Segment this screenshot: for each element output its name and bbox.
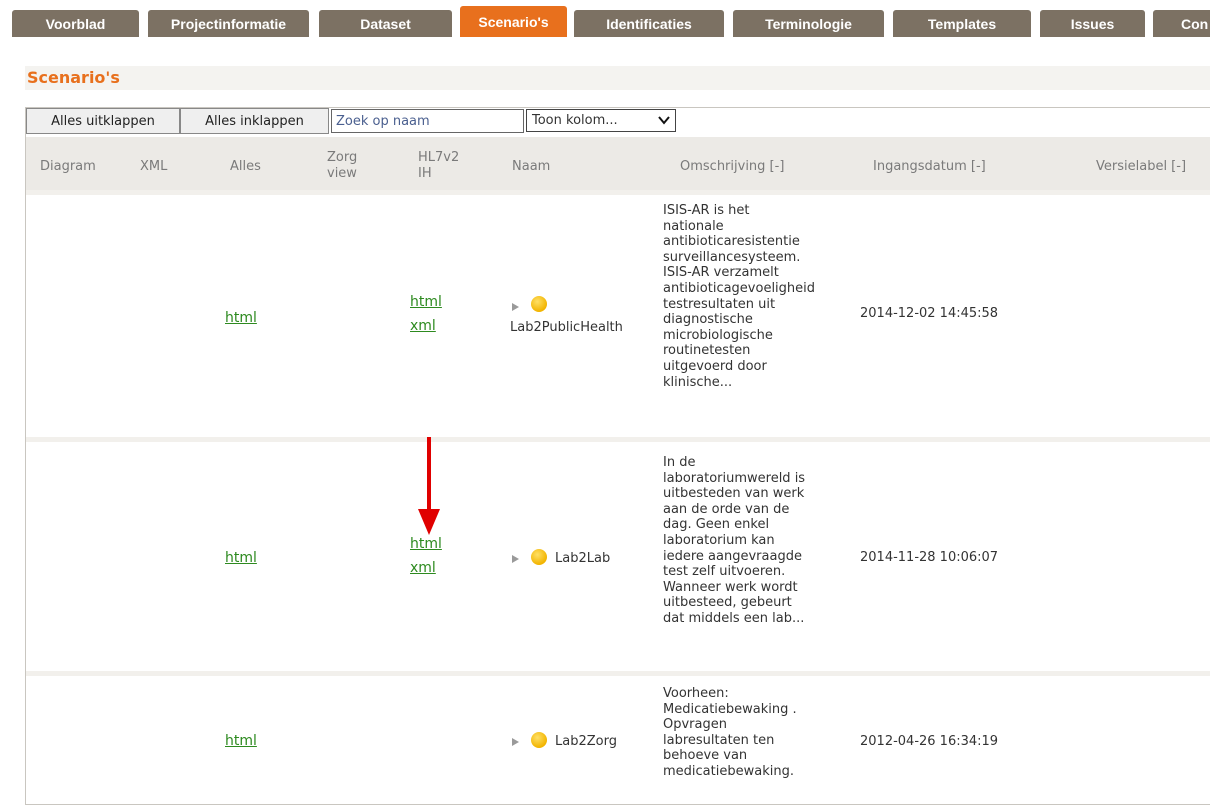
row-separator [26,437,1210,442]
col-header-alles[interactable]: Alles [230,159,261,175]
description-line: Opvragen [663,717,727,733]
col-header-zorg-view-line1: Zorg [327,150,358,165]
scenario-name[interactable]: Lab2Zorg [555,734,617,750]
description-line: uitbesteden van werk [663,486,805,502]
section-title-bar [25,66,1210,90]
description-line: antibioticagevoeligheid [663,280,816,296]
description-line: testresultaten uit [663,296,776,312]
description-line: aan de orde van de [663,501,790,517]
expand-triangle-icon[interactable] [512,738,519,746]
description-line: uitbesteed, gebeurt [663,595,792,611]
description-line: behoeve van [663,748,748,764]
hl7-html-link[interactable]: html [410,294,442,310]
description-line: ISIS-AR verzamelt [663,265,779,281]
scenario-name[interactable]: Lab2PublicHealth [510,320,623,336]
description-line: dag. Geen enkel [663,517,770,533]
description-line: diagnostische [663,312,753,328]
scenario-table [25,107,1210,805]
description-line: test zelf uitvoeren. [663,564,786,580]
tab-terminologie[interactable]: Terminologie [733,10,884,37]
tab-voorblad[interactable]: Voorblad [12,10,139,37]
search-input[interactable] [331,109,524,133]
col-header-zorg-view[interactable]: Zorg view [327,150,357,182]
col-header-hl7v2-ih[interactable]: HL7v2 IH [418,150,459,182]
row-separator [26,190,1210,195]
description-line: nationale [663,218,724,234]
description-line: In de [663,455,696,470]
col-header-omschrijving[interactable]: Omschrijving [-] [680,159,784,175]
description-line: Wanneer werk wordt [663,579,798,595]
row-separator [26,671,1210,676]
col-header-hl7v2-ih-line1: HL7v2 [418,150,460,165]
description-line: Voorheen: [663,686,729,701]
status-dot-icon [531,732,547,748]
hl7-xml-link[interactable]: xml [410,560,436,576]
collapse-all-button[interactable]: Alles inklappen [180,108,329,134]
tab-con[interactable]: Con [1153,10,1210,37]
scenario-description: Voorheen: Medicatiebewaking . Opvragen l… [663,686,797,780]
description-line: klinische... [663,374,733,390]
tab-dataset[interactable]: Dataset [319,10,452,37]
description-line: ISIS-AR is het [663,203,750,218]
alles-html-link[interactable]: html [225,310,257,326]
column-select-value: Toon kolom... [532,113,618,128]
description-line: laboratoriumwereld is [663,470,806,486]
tab-scenarios[interactable]: Scenario's [460,6,567,37]
expand-triangle-icon[interactable] [512,555,519,563]
description-line: routinetesten [663,343,751,359]
col-header-hl7v2-ih-line2: IH [418,166,432,181]
expand-triangle-icon[interactable] [512,303,519,311]
expand-all-button[interactable]: Alles uitklappen [26,108,180,134]
hl7-xml-link[interactable]: xml [410,318,436,334]
alles-html-link[interactable]: html [225,550,257,566]
start-date: 2014-11-28 10:06:07 [860,550,999,565]
col-header-naam[interactable]: Naam [512,159,550,175]
alles-html-link[interactable]: html [225,733,257,749]
hl7-html-link[interactable]: html [410,536,442,552]
chevron-down-icon [658,116,670,125]
scenario-description: In de laboratoriumwereld is uitbesteden … [663,455,805,627]
start-date: 2014-12-02 14:45:58 [860,306,999,321]
tab-projectinformatie[interactable]: Projectinformatie [148,10,309,37]
page-title: Scenario's [27,68,120,87]
tab-underline [0,37,1210,46]
description-line: dat middels een lab... [663,610,805,626]
description-line: laboratorium kan [663,532,775,548]
description-line: surveillancesysteem. [663,249,801,265]
tab-templates[interactable]: Templates [893,10,1031,37]
tab-bar: Voorblad Projectinformatie Dataset Scena… [0,0,1210,46]
status-dot-icon [531,549,547,565]
red-arrow-icon [418,437,440,535]
description-line: iedere aangevraagde [663,548,802,564]
col-header-zorg-view-line2: view [327,166,357,181]
col-header-xml[interactable]: XML [140,159,167,175]
scenario-description: ISIS-AR is het nationale antibioticaresi… [663,203,815,390]
start-date: 2012-04-26 16:34:19 [860,734,999,749]
status-dot-icon [531,296,547,312]
tab-issues[interactable]: Issues [1040,10,1145,37]
col-header-versielabel[interactable]: Versielabel [-] [1096,159,1186,175]
description-line: Medicatiebewaking . [663,701,797,717]
col-header-diagram[interactable]: Diagram [40,159,96,175]
description-line: uitgevoerd door [663,358,767,374]
description-line: microbiologische [663,327,773,343]
tab-identificaties[interactable]: Identificaties [574,10,724,37]
description-line: medicatiebewaking. [663,763,794,779]
description-line: antibioticaresistentie [663,234,800,250]
description-line: labresultaten ten [663,732,775,748]
table-header [26,137,1210,190]
col-header-ingangsdatum[interactable]: Ingangsdatum [-] [873,159,986,175]
column-select[interactable]: Toon kolom... [526,109,676,132]
scenario-name[interactable]: Lab2Lab [555,551,610,567]
